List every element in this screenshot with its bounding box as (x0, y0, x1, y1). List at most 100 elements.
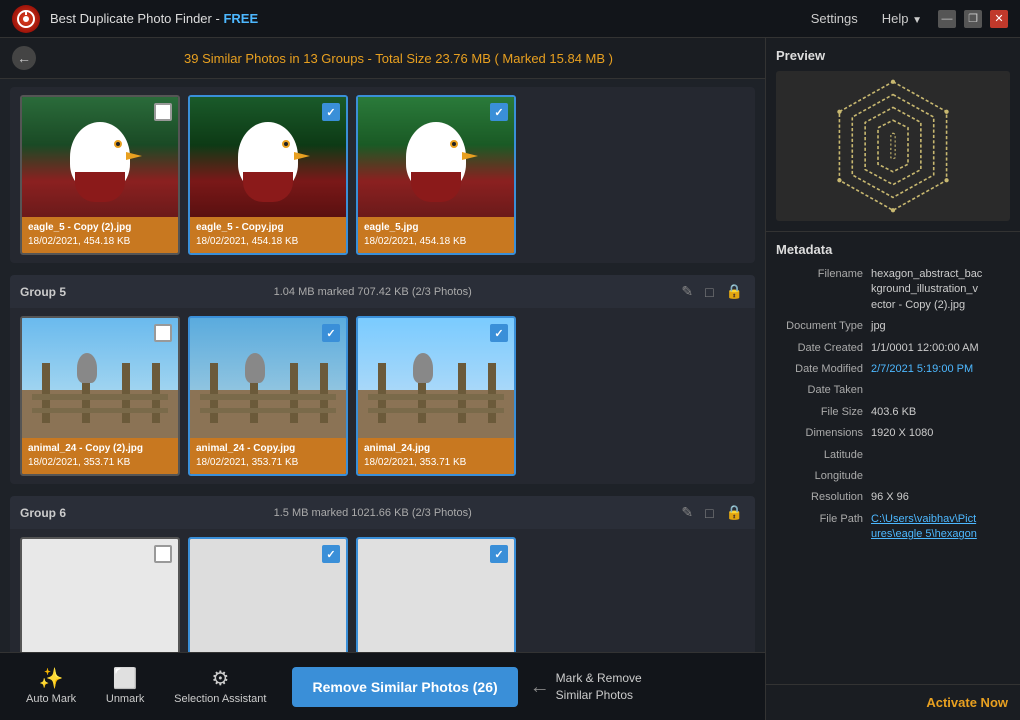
meta-datecreated-value: 1/1/0001 12:00:00 AM (871, 341, 1010, 356)
photo-checkbox[interactable] (490, 545, 508, 563)
right-panel: Preview (765, 38, 1020, 720)
photo-checkbox[interactable] (490, 324, 508, 342)
auto-mark-button[interactable]: ✨ Auto Mark (12, 663, 90, 711)
group-5-info: 1.04 MB marked 707.42 KB (2/3 Photos) (74, 286, 671, 298)
meta-datecreated-row: Date Created 1/1/0001 12:00:00 AM (776, 341, 1010, 356)
photo-card[interactable] (20, 537, 180, 652)
photo-card[interactable]: eagle_5 - Copy.jpg 18/02/2021, 454.18 KB (188, 95, 348, 255)
photo-date: 18/02/2021, 353.71 KB (364, 456, 508, 470)
auto-mark-icon: ✨ (39, 669, 64, 689)
photo-date: 18/02/2021, 454.18 KB (196, 235, 340, 249)
photo-checkbox[interactable] (154, 324, 172, 342)
meta-filename-value: hexagon_abstract_background_illustration… (871, 267, 1010, 313)
photo-checkbox[interactable] (322, 103, 340, 121)
meta-doctype-value: jpg (871, 319, 1010, 334)
selection-assistant-label: Selection Assistant (174, 693, 266, 705)
meta-filepath-value[interactable]: C:\Users\vaibhav\Pictures\eagle 5\hexago… (871, 512, 1010, 543)
group-4-container: eagle_5 - Copy (2).jpg 18/02/2021, 454.1… (10, 87, 755, 263)
remove-similar-photos-button[interactable]: Remove Similar Photos (26) (292, 667, 517, 707)
photo-card[interactable]: animal_24 - Copy.jpg 18/02/2021, 353.71 … (188, 316, 348, 476)
info-bar: ← 39 Similar Photos in 13 Groups - Total… (0, 38, 765, 79)
meta-dimensions-row: Dimensions 1920 X 1080 (776, 426, 1010, 441)
activate-section: Activate Now (766, 684, 1020, 720)
meta-filepath-label: File Path (776, 512, 871, 543)
settings-button[interactable]: Settings (803, 9, 866, 28)
app-title: Best Duplicate Photo Finder - FREE (50, 11, 793, 26)
photo-card[interactable]: animal_24.jpg 18/02/2021, 353.71 KB (356, 316, 516, 476)
selection-assistant-button[interactable]: ⚙ Selection Assistant (160, 663, 280, 711)
back-button[interactable]: ← (12, 46, 36, 70)
group-6-container: Group 6 1.5 MB marked 1021.66 KB (2/3 Ph… (10, 496, 755, 652)
meta-filesize-label: File Size (776, 405, 871, 420)
photo-card[interactable]: eagle_5 - Copy (2).jpg 18/02/2021, 454.1… (20, 95, 180, 255)
photo-filename: animal_24.jpg (364, 442, 508, 456)
close-button[interactable]: ✕ (990, 10, 1008, 28)
group-lock-button[interactable]: 🔒 (724, 502, 745, 523)
help-button[interactable]: Help ▼ (874, 9, 930, 28)
preview-image (776, 71, 1010, 221)
auto-mark-label: Auto Mark (26, 693, 76, 705)
photo-card[interactable]: animal_24 - Copy (2).jpg 18/02/2021, 353… (20, 316, 180, 476)
checkbox-checked (490, 545, 508, 563)
photo-date: 18/02/2021, 454.18 KB (364, 235, 508, 249)
photo-card[interactable]: eagle_5.jpg 18/02/2021, 454.18 KB (356, 95, 516, 255)
group-select-button[interactable]: □ (703, 282, 715, 302)
group-6-info: 1.5 MB marked 1021.66 KB (2/3 Photos) (74, 507, 671, 519)
photo-card[interactable] (188, 537, 348, 652)
titlebar-controls: Settings Help ▼ — ❐ ✕ (803, 9, 1008, 28)
meta-longitude-value (871, 469, 1010, 484)
checkbox-checked (322, 103, 340, 121)
photo-card[interactable] (356, 537, 516, 652)
photo-filename: eagle_5 - Copy (2).jpg (28, 221, 172, 235)
maximize-button[interactable]: ❐ (964, 10, 982, 28)
photo-checkbox[interactable] (490, 103, 508, 121)
group-6-photos (10, 529, 755, 652)
meta-doctype-label: Document Type (776, 319, 871, 334)
unmark-label: Unmark (106, 693, 145, 705)
meta-doctype-row: Document Type jpg (776, 319, 1010, 334)
group-edit-button[interactable]: ✎ (679, 281, 695, 302)
photo-info: eagle_5 - Copy (2).jpg 18/02/2021, 454.1… (22, 217, 178, 253)
photo-checkbox[interactable] (154, 103, 172, 121)
meta-filesize-value: 403.6 KB (871, 405, 1010, 420)
group-select-button[interactable]: □ (703, 503, 715, 523)
app-logo (12, 5, 40, 33)
photo-checkbox[interactable] (322, 545, 340, 563)
photo-filename: eagle_5.jpg (364, 221, 508, 235)
minimize-button[interactable]: — (938, 10, 956, 28)
photo-info: animal_24 - Copy.jpg 18/02/2021, 353.71 … (190, 438, 346, 474)
photo-filename: animal_24 - Copy (2).jpg (28, 442, 172, 456)
meta-longitude-label: Longitude (776, 469, 871, 484)
meta-resolution-value: 96 X 96 (871, 490, 1010, 505)
photo-info: animal_24 - Copy (2).jpg 18/02/2021, 353… (22, 438, 178, 474)
photo-date: 18/02/2021, 353.71 KB (28, 456, 172, 470)
group-6-actions: ✎ □ 🔒 (679, 502, 745, 523)
photo-checkbox[interactable] (322, 324, 340, 342)
unmark-icon: ⬜ (113, 669, 138, 689)
group-lock-button[interactable]: 🔒 (724, 281, 745, 302)
meta-datemodified-row: Date Modified 2/7/2021 5:19:00 PM (776, 362, 1010, 377)
groups-area[interactable]: eagle_5 - Copy (2).jpg 18/02/2021, 454.1… (0, 79, 765, 652)
mark-remove-hint: ← Mark & Remove Similar Photos (530, 670, 650, 704)
group-5-photos: animal_24 - Copy (2).jpg 18/02/2021, 353… (10, 308, 755, 476)
meta-longitude-row: Longitude (776, 469, 1010, 484)
meta-filepath-row: File Path C:\Users\vaibhav\Pictures\eagl… (776, 512, 1010, 543)
content-area: ← 39 Similar Photos in 13 Groups - Total… (0, 38, 765, 720)
meta-datecreated-label: Date Created (776, 341, 871, 356)
activate-now-button[interactable]: Activate Now (926, 695, 1008, 710)
photo-filename: eagle_5 - Copy.jpg (196, 221, 340, 235)
unmark-button[interactable]: ⬜ Unmark (90, 663, 160, 711)
group-edit-button[interactable]: ✎ (679, 502, 695, 523)
photo-date: 18/02/2021, 454.18 KB (28, 235, 172, 249)
meta-filesize-row: File Size 403.6 KB (776, 405, 1010, 420)
checkbox-checked (490, 324, 508, 342)
main-layout: ← 39 Similar Photos in 13 Groups - Total… (0, 38, 1020, 720)
meta-resolution-label: Resolution (776, 490, 871, 505)
checkbox-unchecked (154, 324, 172, 342)
photo-filename: animal_24 - Copy.jpg (196, 442, 340, 456)
selection-assistant-icon: ⚙ (211, 669, 229, 689)
groups-info-text: 39 Similar Photos in 13 Groups - Total S… (44, 51, 753, 66)
photo-checkbox[interactable] (154, 545, 172, 563)
group-6-name: Group 6 (20, 506, 66, 520)
group-5-header: Group 5 1.04 MB marked 707.42 KB (2/3 Ph… (10, 275, 755, 308)
